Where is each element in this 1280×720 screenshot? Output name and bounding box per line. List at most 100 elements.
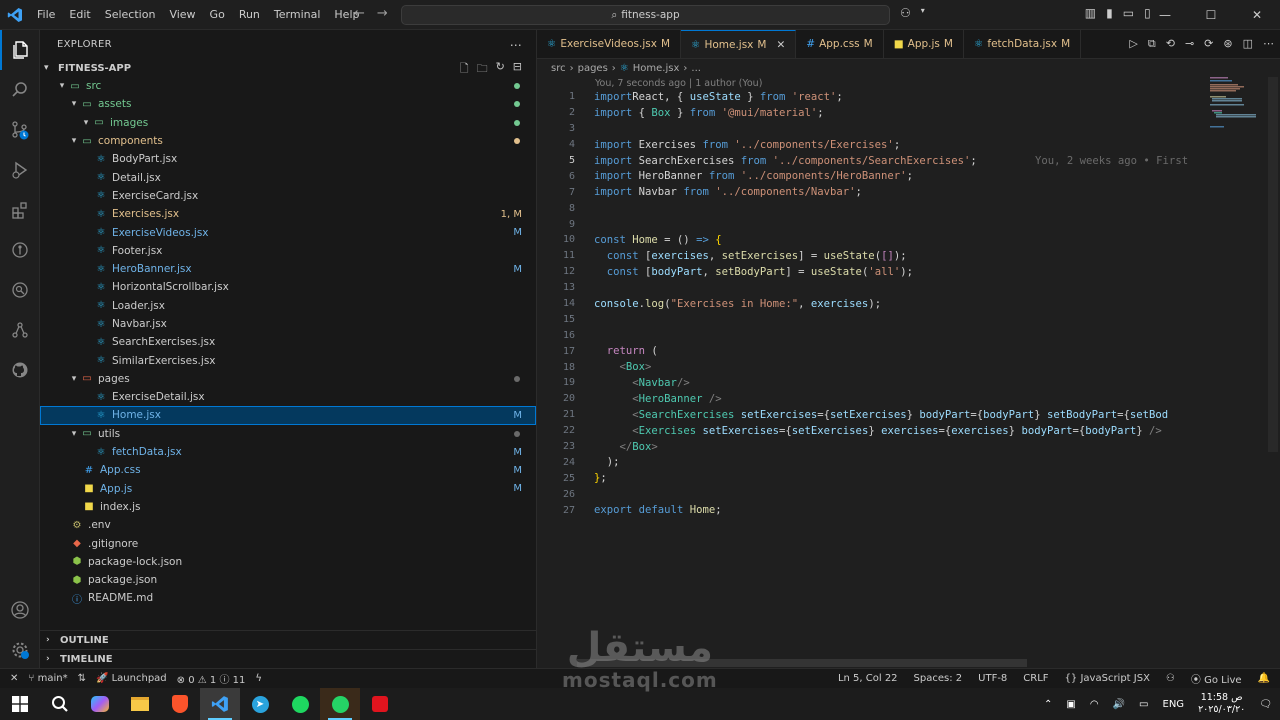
code-line[interactable]: 24 ); xyxy=(537,454,1197,470)
layout-panel-icon[interactable]: ▥ xyxy=(1085,6,1096,20)
tree-item[interactable]: ⚙ .env xyxy=(40,516,536,534)
tree-item[interactable]: ⚛ Navbar.jsx xyxy=(40,315,536,333)
close-window-icon[interactable]: ✕ xyxy=(1234,0,1280,30)
tree-item[interactable]: ⚛ fetchData.jsx M xyxy=(40,443,536,461)
more-actions-icon[interactable]: ⋯ xyxy=(510,38,522,52)
minimize-icon[interactable]: — xyxy=(1142,0,1188,30)
whatsapp-icon[interactable] xyxy=(320,688,360,720)
copilot-status-icon[interactable]: ⚇ xyxy=(1166,673,1175,684)
tab-exercisevideos-jsx[interactable]: ⚛ ExerciseVideos.jsx M xyxy=(537,30,682,58)
explorer-icon[interactable] xyxy=(0,30,40,70)
sync-icon[interactable]: ⇅ xyxy=(78,673,86,684)
tree-item[interactable]: ⬢ package-lock.json xyxy=(40,553,536,571)
breadcrumb-item[interactable]: pages xyxy=(578,63,608,74)
code-line[interactable]: 1 importReact, { useState } from 'react'; xyxy=(537,89,1197,105)
menu-item-edit[interactable]: Edit xyxy=(62,0,97,30)
breadcrumb-item[interactable]: src xyxy=(551,63,566,74)
code-line[interactable]: 22 <Exercises setExercises={setExercises… xyxy=(537,423,1197,439)
compare-icon[interactable]: ⧉ xyxy=(1148,37,1156,51)
tree-item[interactable]: # App.css M xyxy=(40,461,536,479)
file-explorer-icon[interactable] xyxy=(120,688,160,720)
command-center-search[interactable]: ⌕ fitness-app xyxy=(401,5,890,25)
tree-item[interactable]: ⚛ ExerciseVideos.jsx M xyxy=(40,223,536,241)
tree-item[interactable]: ⚛ SearchExercises.jsx xyxy=(40,333,536,351)
wifi-icon[interactable]: ◠ xyxy=(1090,699,1099,710)
toggle-sidebar-icon[interactable]: ▮ xyxy=(1106,6,1113,20)
tree-item[interactable]: ▾ ▭ utils xyxy=(40,425,536,443)
back-arrow-icon[interactable]: ← xyxy=(354,6,365,21)
tab-fetchdata-jsx[interactable]: ⚛ fetchData.jsx M xyxy=(964,30,1082,58)
tree-item[interactable]: ◆ .gitignore xyxy=(40,534,536,552)
vscode-taskbar-icon[interactable] xyxy=(200,688,240,720)
menu-item-selection[interactable]: Selection xyxy=(98,0,163,30)
gitlens-icon[interactable] xyxy=(0,230,40,270)
problems-indicator[interactable]: ⊗ 0 ⚠ 1 ⓘ 11 xyxy=(177,671,246,686)
tree-item[interactable]: ⚛ BodyPart.jsx xyxy=(40,150,536,168)
code-line[interactable]: 14 console.log("Exercises in Home:", exer… xyxy=(537,296,1197,312)
project-root[interactable]: ▾ FITNESS-APP 🗋 🗀 ↻ ⊟ xyxy=(40,59,536,77)
code-line[interactable]: 23 </Box> xyxy=(537,439,1197,455)
menu-item-file[interactable]: File xyxy=(30,0,62,30)
tree-item[interactable]: ⚛ Exercises.jsx 1, M xyxy=(40,205,536,223)
code-line[interactable]: 18 <Box> xyxy=(537,359,1197,375)
code-line[interactable]: 26 xyxy=(537,486,1197,502)
tree-item[interactable]: ▾ ▭ pages xyxy=(40,370,536,388)
breadcrumb-item[interactable]: ... xyxy=(691,63,701,74)
editor-more-icon[interactable]: ⋯ xyxy=(1263,37,1274,51)
copilot-icon[interactable]: ⚇ xyxy=(900,6,911,20)
code-line[interactable]: 8 xyxy=(537,200,1197,216)
code-line[interactable]: 25}; xyxy=(537,470,1197,486)
tree-item[interactable]: ▾ ▭ src xyxy=(40,77,536,95)
github-icon[interactable] xyxy=(0,350,40,390)
code-line[interactable]: 13 xyxy=(537,280,1197,296)
remote-icon[interactable]: ✕ xyxy=(10,673,18,684)
code-line[interactable]: 11 const [exercises, setExercises] = use… xyxy=(537,248,1197,264)
tree-item[interactable]: ⚛ HeroBanner.jsx M xyxy=(40,260,536,278)
tab-home-jsx[interactable]: ⚛ Home.jsx M ✕ xyxy=(681,30,797,58)
copilot-chat-icon[interactable]: ⊛ xyxy=(1223,37,1232,51)
code-line[interactable]: 3 xyxy=(537,121,1197,137)
tree-item[interactable]: ⚛ SimilarExercises.jsx xyxy=(40,351,536,369)
extensions-icon[interactable] xyxy=(0,190,40,230)
tree-item[interactable]: ⚛ HorizontalScrollbar.jsx xyxy=(40,278,536,296)
account-icon[interactable] xyxy=(0,590,40,630)
timeline-section[interactable]: › TIMELINE xyxy=(40,649,536,668)
language-indicator[interactable]: ENG xyxy=(1163,699,1185,710)
telegram-icon[interactable]: ➤ xyxy=(240,688,280,720)
tab-app-js[interactable]: ■ App.js M xyxy=(884,30,964,58)
encoding[interactable]: UTF-8 xyxy=(978,673,1007,684)
code-line[interactable]: 20 <HeroBanner /> xyxy=(537,391,1197,407)
tree-item[interactable]: ⚛ ExerciseDetail.jsx xyxy=(40,388,536,406)
run-debug-icon[interactable] xyxy=(0,150,40,190)
tray-app-icon[interactable]: ▣ xyxy=(1066,699,1075,710)
git-forward-icon[interactable]: ⟳ xyxy=(1204,37,1213,51)
close-tab-icon[interactable]: ✕ xyxy=(776,39,785,51)
source-control-icon[interactable] xyxy=(0,110,40,150)
code-line[interactable]: 5 import SearchExercises from '../compone… xyxy=(537,153,1197,169)
notifications-icon[interactable]: 🔔 xyxy=(1258,673,1270,684)
split-editor-icon[interactable]: ◫ xyxy=(1243,37,1253,51)
minimap[interactable] xyxy=(1206,76,1268,136)
manage-gear-icon[interactable] xyxy=(0,630,40,670)
code-view[interactable]: 1 importReact, { useState } from 'react';… xyxy=(537,89,1197,518)
language-mode[interactable]: {} JavaScript JSX xyxy=(1065,673,1150,684)
code-line[interactable]: 12 const [bodyPart, setBodyPart] = useSt… xyxy=(537,264,1197,280)
go-live-button[interactable]: ⦿ Go Live xyxy=(1191,671,1242,686)
code-line[interactable]: 9 xyxy=(537,216,1197,232)
vertical-scrollbar[interactable] xyxy=(1268,77,1278,452)
code-line[interactable]: 19 <Navbar/> xyxy=(537,375,1197,391)
spotify-icon[interactable] xyxy=(280,688,320,720)
bolt-icon[interactable]: ϟ xyxy=(255,673,262,684)
outline-section[interactable]: › OUTLINE xyxy=(40,630,536,649)
breadcrumb-item[interactable]: Home.jsx xyxy=(633,63,680,74)
notification-center-icon[interactable]: 🗨 xyxy=(1259,699,1272,710)
tree-item[interactable]: ■ App.js M xyxy=(40,480,536,498)
code-line[interactable]: 10 const Home = () => { xyxy=(537,232,1197,248)
tree-item[interactable]: ▾ ▭ components xyxy=(40,132,536,150)
acrobat-icon[interactable] xyxy=(360,688,400,720)
battery-icon[interactable]: ▭ xyxy=(1139,699,1148,710)
volume-icon[interactable]: 🔊 xyxy=(1113,699,1125,710)
code-line[interactable]: 21 <SearchExercises setExercises={setExe… xyxy=(537,407,1197,423)
forward-arrow-icon[interactable]: → xyxy=(377,6,388,21)
brave-icon[interactable] xyxy=(160,688,200,720)
